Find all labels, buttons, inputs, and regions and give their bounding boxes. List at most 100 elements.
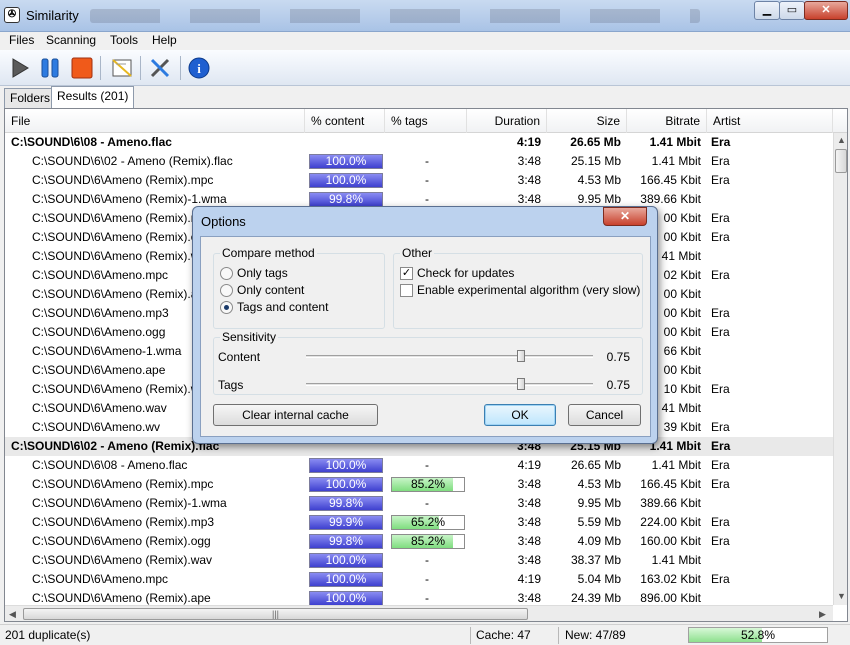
tags-slider-thumb[interactable]	[517, 378, 526, 390]
title-bar-background	[90, 9, 700, 23]
tags-cell: -	[425, 496, 429, 510]
report-icon[interactable]	[110, 56, 134, 80]
title-bar: ✇ Similarity ▁ ▭ ✕	[0, 0, 850, 32]
scan-progress-label: 52.8%	[740, 628, 776, 642]
dialog-title: Options	[201, 214, 246, 229]
artist-cell: Era	[711, 534, 730, 548]
menu-help[interactable]: Help	[152, 33, 177, 47]
column-file[interactable]: File	[5, 109, 305, 133]
vertical-scrollbar[interactable]: ▲ ▼	[833, 133, 847, 605]
size-cell: 26.65 Mb	[570, 458, 621, 472]
table-row[interactable]: C:\SOUND\6\Ameno (Remix).mpc 100.0% - 3:48 4…	[5, 171, 833, 190]
radio-button[interactable]	[220, 283, 233, 297]
duration-cell: 3:48	[517, 496, 541, 510]
tab-results[interactable]: Results (201)	[51, 86, 135, 108]
file-cell: C:\SOUND\6\Ameno.mpc	[32, 572, 169, 586]
minimize-button[interactable]: ▁	[754, 1, 780, 20]
size-cell: 4.53 Mb	[577, 477, 621, 491]
table-row[interactable]: C:\SOUND\6\08 - Ameno.flac 100.0% - 4:19 26.…	[5, 456, 833, 475]
scroll-down-icon[interactable]: ▼	[837, 591, 846, 601]
window-close-button[interactable]: ✕	[804, 1, 848, 20]
menu-bar: Files Scanning Tools Help	[0, 32, 850, 50]
tags-cell: 85.2%	[387, 475, 467, 494]
table-row[interactable]: C:\SOUND\6\Ameno (Remix).ogg 99.8% 85.2% 3:…	[5, 532, 833, 551]
column-tags[interactable]: % tags	[385, 109, 467, 133]
size-cell: 25.15 Mb	[570, 154, 621, 168]
checkbox-label: Enable experimental algorithm (very slow…	[417, 283, 641, 297]
experimental-algorithm-option[interactable]: Enable experimental algorithm (very slow…	[400, 283, 640, 297]
horizontal-scroll-thumb[interactable]: |||	[23, 608, 528, 620]
content-slider-thumb[interactable]	[517, 350, 526, 362]
table-row[interactable]: C:\SOUND\6\Ameno (Remix).mpc 100.0% 85.2% 3…	[5, 475, 833, 494]
play-icon[interactable]	[8, 56, 32, 80]
tab-folders[interactable]: Folders	[4, 88, 57, 108]
group-header-row[interactable]: C:\SOUND\6\08 - Ameno.flac 4:19 26.65 Mb 1.…	[5, 133, 833, 152]
duration-cell: 3:48	[517, 553, 541, 567]
bitrate-cell: 163.02 Kbit	[640, 572, 701, 586]
artist-cell: Era	[711, 515, 730, 529]
scroll-right-icon[interactable]: ▶	[819, 609, 826, 620]
column-artist[interactable]: Artist	[707, 109, 833, 133]
artist-cell	[711, 361, 811, 380]
table-row[interactable]: C:\SOUND\6\Ameno (Remix).wav 100.0% - 3:48 3…	[5, 551, 833, 570]
size-cell: 5.04 Mb	[577, 572, 621, 586]
radio-button[interactable]	[220, 266, 233, 280]
content-cell: 100.0%	[309, 456, 387, 475]
experimental-algorithm-checkbox[interactable]	[400, 283, 413, 297]
table-row[interactable]: C:\SOUND\6\Ameno (Remix)-1.wma 99.8% - 3:48…	[5, 494, 833, 513]
radio-label: Only content	[237, 283, 305, 297]
scroll-up-icon[interactable]: ▲	[837, 135, 846, 145]
duration-cell: 3:48	[517, 477, 541, 491]
horizontal-scrollbar[interactable]: ◀ ||| ▶	[5, 605, 833, 621]
duration-cell: 4:19	[516, 135, 541, 149]
content-match-bar: 100.0%	[309, 477, 383, 492]
menu-scanning[interactable]: Scanning	[46, 33, 96, 47]
menu-tools[interactable]: Tools	[110, 33, 138, 47]
cancel-button[interactable]: Cancel	[568, 404, 641, 426]
size-cell: 4.53 Mb	[577, 173, 621, 187]
column-content[interactable]: % content	[305, 109, 385, 133]
radio-only-tags[interactable]: Only tags	[220, 266, 288, 280]
column-duration[interactable]: Duration	[467, 109, 547, 133]
app-icon[interactable]: ✇	[4, 7, 20, 23]
duration-cell: 3:48	[517, 534, 541, 548]
artist-cell	[711, 342, 811, 361]
dialog-close-button[interactable]: ✕	[603, 207, 647, 226]
content-slider-track[interactable]	[306, 355, 593, 358]
scroll-left-icon[interactable]: ◀	[9, 609, 16, 620]
pause-icon[interactable]	[38, 56, 62, 80]
sensitivity-label: Sensitivity	[220, 330, 279, 344]
tools-icon[interactable]	[148, 56, 172, 80]
check-for-updates-option[interactable]: ✓ Check for updates	[400, 266, 514, 280]
check-for-updates-checkbox[interactable]: ✓	[400, 266, 413, 280]
bitrate-cell: 1.41 Mbit	[651, 154, 701, 168]
clear-cache-button[interactable]: Clear internal cache	[213, 404, 378, 426]
radio-only-content[interactable]: Only content	[220, 283, 304, 297]
menu-files[interactable]: Files	[9, 33, 34, 47]
artist-cell: Era	[711, 230, 730, 244]
content-match-bar: 100.0%	[309, 458, 383, 473]
stop-icon[interactable]	[70, 56, 94, 80]
tags-slider-value: 0.75	[606, 378, 630, 392]
maximize-button[interactable]: ▭	[779, 1, 805, 20]
radio-button[interactable]	[220, 300, 233, 314]
tags-slider-track[interactable]	[306, 383, 593, 386]
file-cell: C:\SOUND\6\08 - Ameno.flac	[32, 458, 188, 472]
content-match-bar: 100.0%	[309, 154, 383, 169]
table-row[interactable]: C:\SOUND\6\02 - Ameno (Remix).flac 100.0%…	[5, 152, 833, 171]
table-row[interactable]: C:\SOUND\6\Ameno (Remix).mp3 99.9% 65.2% 3:…	[5, 513, 833, 532]
content-cell: 100.0%	[309, 475, 387, 494]
vertical-scroll-thumb[interactable]	[835, 149, 847, 173]
artist-cell: Era	[711, 325, 730, 339]
table-row[interactable]: C:\SOUND\6\Ameno.mpc 100.0% - 4:19 5.04 Mb 16…	[5, 570, 833, 589]
column-bitrate[interactable]: Bitrate	[627, 109, 707, 133]
column-size[interactable]: Size	[547, 109, 627, 133]
content-cell: 99.8%	[309, 494, 387, 513]
artist-cell	[711, 399, 811, 418]
bitrate-cell: 389.66 Kbit	[640, 496, 701, 510]
content-slider-value: 0.75	[606, 350, 630, 364]
ok-button[interactable]: OK	[484, 404, 556, 426]
tags-cell: -	[425, 173, 429, 187]
radio-tags-and-content[interactable]: Tags and content	[220, 300, 328, 314]
info-icon[interactable]: i	[187, 56, 211, 80]
